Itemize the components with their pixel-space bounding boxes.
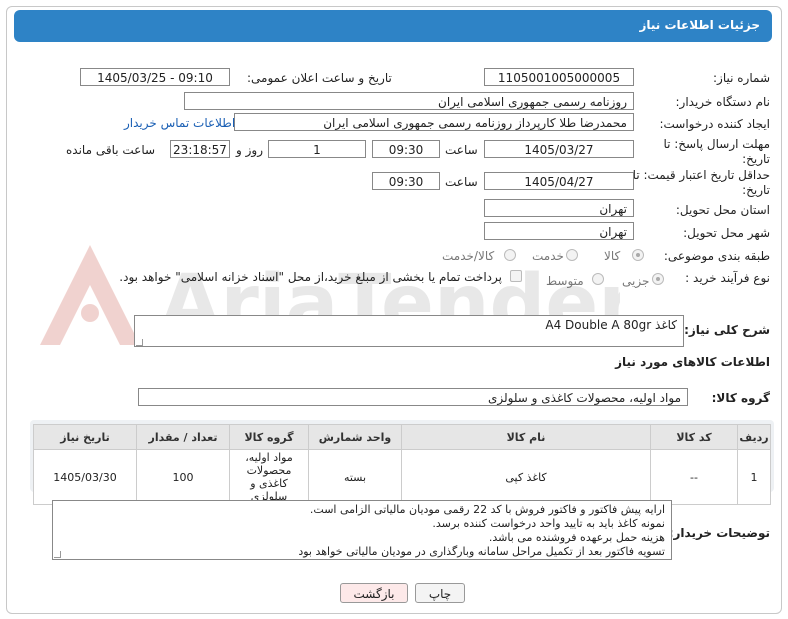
col-unit-header: واحد شمارش — [308, 424, 402, 450]
category-both-label: کالا/خدمت — [442, 249, 495, 263]
category-both-radio[interactable] — [504, 249, 516, 261]
treasury-payment-checkbox[interactable] — [510, 270, 522, 282]
table-row: 1 -- کاغذ کپی بسته مواد اولیه، محصولات ک… — [33, 449, 771, 505]
category-service-label: خدمت — [532, 249, 564, 263]
remaining-time-label: ساعت باقی مانده — [66, 143, 156, 157]
notes-line: هزینه حمل برعهده فروشنده می باشد. — [488, 531, 665, 544]
treasury-payment-text: پرداخت تمام یا بخشی از مبلغ خرید،از محل … — [119, 270, 502, 284]
cell-group: مواد اولیه، محصولات کاغذی و سلولزی — [229, 449, 309, 505]
deadline-label-text: مهلت ارسال پاسخ: تا تاریخ: — [663, 137, 770, 166]
process-label: نوع فرآیند خرید : — [685, 271, 770, 285]
deadline-days-label: روز و — [236, 143, 263, 157]
description-field[interactable]: کاغذ A4 Double A 80gr — [134, 315, 684, 347]
goods-section-title: اطلاعات کالاهای مورد نیاز — [615, 355, 770, 369]
deadline-date-field: 1405/03/27 — [484, 140, 634, 158]
notes-resize-handle[interactable] — [54, 551, 61, 558]
province-field: تهران — [484, 199, 634, 217]
col-group-header: گروه کالا — [229, 424, 309, 450]
price-validity-label: حداقل تاریخ اعتبار قیمت: تا تاریخ: — [630, 168, 770, 198]
back-button[interactable]: بازگشت — [340, 583, 408, 603]
cell-name: کاغذ کپی — [401, 449, 651, 505]
category-goods-label: کالا — [604, 249, 621, 263]
description-label: شرح کلی نیاز: — [684, 323, 770, 337]
remaining-time-field: 23:18:57 — [170, 140, 230, 158]
notes-line: نمونه کاغذ باید به تایید واحد درخواست کن… — [432, 517, 665, 530]
col-name-header: نام کالا — [401, 424, 651, 450]
col-row-header: ردیف — [737, 424, 771, 450]
category-goods-radio[interactable] — [632, 249, 644, 261]
process-medium-radio[interactable] — [592, 273, 604, 285]
creator-field: محمدرضا طلا کارپرداز روزنامه رسمی جمهوری… — [234, 113, 634, 131]
price-validity-label-text: حداقل تاریخ اعتبار قیمت: تا تاریخ: — [632, 168, 770, 197]
cell-row: 1 — [737, 449, 771, 505]
cell-date: 1405/03/30 — [33, 449, 137, 505]
cell-qty: 100 — [136, 449, 230, 505]
need-number-field: 1105001005000005 — [484, 68, 634, 86]
goods-group-label: گروه کالا: — [711, 391, 770, 405]
need-number-label: شماره نیاز: — [713, 71, 770, 85]
col-code-header: کد کالا — [650, 424, 738, 450]
buyer-notes-field[interactable]: ارایه پیش فاکتور و فاکتور فروش با کد 22 … — [52, 500, 672, 560]
notes-line: تسویه فاکتور بعد از تکمیل مراحل سامانه و… — [298, 545, 665, 558]
deadline-label: مهلت ارسال پاسخ: تا تاریخ: — [650, 137, 770, 167]
deadline-days-field: 1 — [268, 140, 366, 158]
deadline-time-field: 09:30 — [372, 140, 440, 158]
city-field: تهران — [484, 222, 634, 240]
deadline-time-label: ساعت — [445, 143, 478, 157]
notes-label: توضیحات خریدار: — [668, 526, 770, 540]
process-minor-radio[interactable] — [652, 273, 664, 285]
city-label: شهر محل تحویل: — [683, 226, 770, 240]
cell-unit: بسته — [308, 449, 402, 505]
buyer-org-label: نام دستگاه خریدار: — [675, 95, 771, 109]
creator-label: ایجاد کننده درخواست: — [659, 117, 770, 131]
process-medium-label: متوسط — [546, 274, 584, 288]
category-service-radio[interactable] — [566, 249, 578, 261]
price-validity-date-field: 1405/04/27 — [484, 172, 634, 190]
province-label: استان محل تحویل: — [675, 203, 770, 217]
page-title: جزئیات اطلاعات نیاز — [639, 18, 760, 32]
col-qty-header: تعداد / مقدار — [136, 424, 230, 450]
announce-label: تاریخ و ساعت اعلان عمومی: — [247, 71, 392, 85]
treasury-payment-note: پرداخت تمام یا بخشی از مبلغ خرید،از محل … — [102, 270, 502, 285]
description-text: کاغذ A4 Double A 80gr — [545, 318, 677, 332]
price-validity-time-label: ساعت — [445, 175, 478, 189]
print-button[interactable]: چاپ — [415, 583, 465, 603]
buyer-org-field: روزنامه رسمی جمهوری اسلامی ایران — [184, 92, 634, 110]
announce-field: 1405/03/25 - 09:10 — [80, 68, 230, 86]
description-resize-handle[interactable] — [136, 339, 143, 346]
table-header-row: ردیف کد کالا نام کالا واحد شمارش گروه کا… — [33, 424, 771, 450]
process-minor-label: جزیی — [622, 274, 650, 288]
notes-line: ارایه پیش فاکتور و فاکتور فروش با کد 22 … — [309, 503, 665, 516]
price-validity-time-field: 09:30 — [372, 172, 440, 190]
items-table: ردیف کد کالا نام کالا واحد شمارش گروه کا… — [33, 424, 771, 505]
category-label: طبقه بندی موضوعی: — [663, 249, 770, 263]
buyer-contact-link[interactable]: اطلاعات تماس خریدار — [124, 116, 235, 130]
goods-group-field: مواد اولیه، محصولات کاغذی و سلولزی — [138, 388, 688, 406]
page-header: جزئیات اطلاعات نیاز — [14, 10, 772, 42]
cell-code: -- — [650, 449, 738, 505]
col-date-header: تاریخ نیاز — [33, 424, 137, 450]
